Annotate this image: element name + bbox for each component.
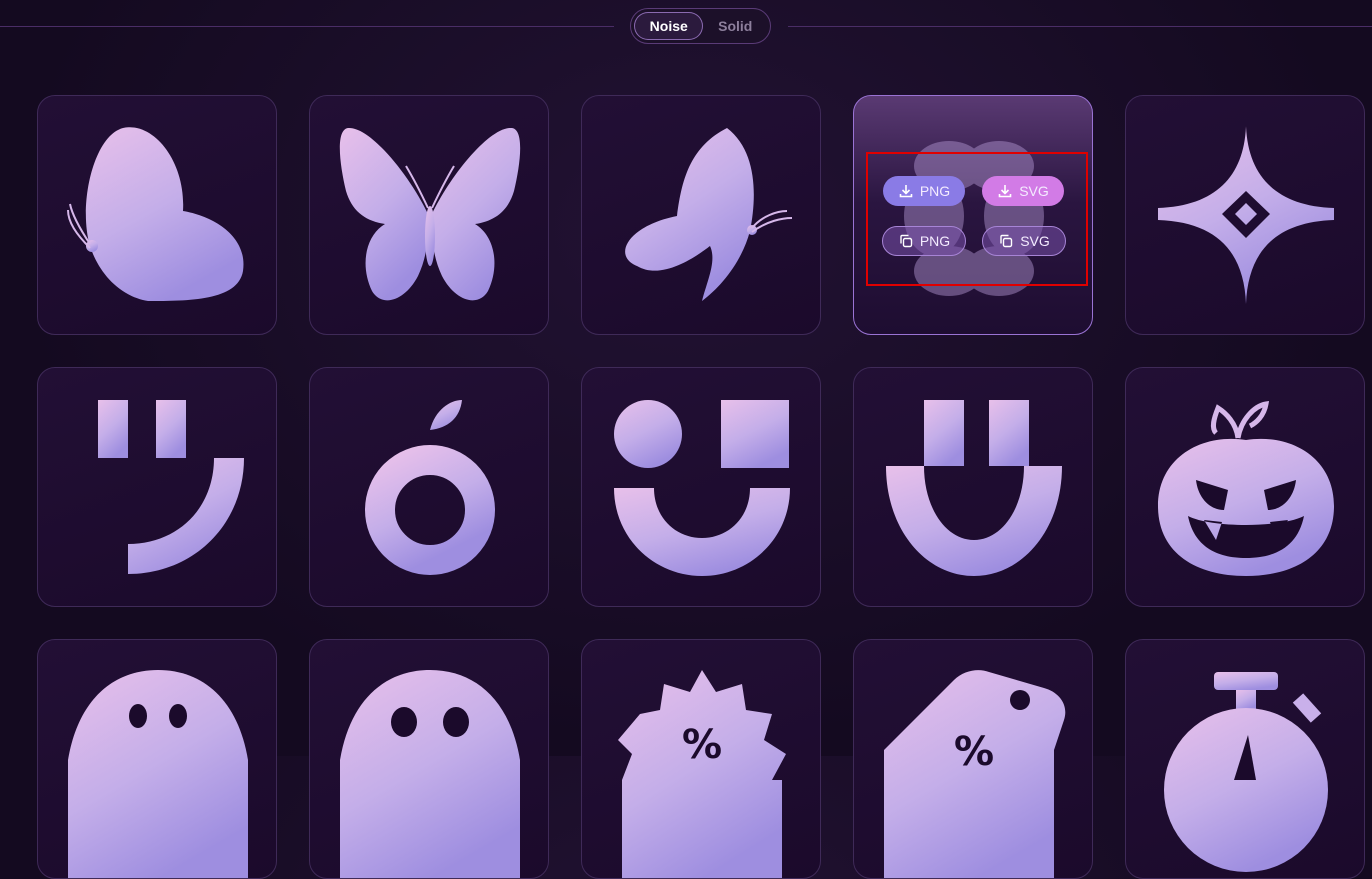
u-smile-icon [886,400,1062,576]
divider-right [788,26,1372,27]
circle-square-smile-icon [614,400,790,576]
icon-card-apple-ring[interactable] [309,367,549,607]
icon-card-butterfly-side-left[interactable] [37,95,277,335]
wink-face-icon [98,400,244,574]
apple-ring-icon [365,400,495,575]
icon-card-butterfly-side-right[interactable] [581,95,821,335]
butterfly-front-icon [339,127,521,301]
icon-card-discount-badge[interactable]: % [581,639,821,879]
icon-card-ghost-skull[interactable] [309,639,549,879]
icon-card-price-tag[interactable]: % [853,639,1093,879]
toggle-solid[interactable]: Solid [703,12,767,40]
svg-text:%: % [954,729,994,775]
icon-card-sparkle-star[interactable] [1125,95,1365,335]
divider-left [0,26,614,27]
butterfly-side-right-icon [625,128,793,301]
icon-card-circle-square-smile[interactable] [581,367,821,607]
ghost-icon [68,670,248,878]
icon-card-jack-o-lantern[interactable] [1125,367,1365,607]
style-toggle: Noise Solid [630,8,771,44]
price-tag-icon: % [884,670,1066,878]
icon-card-u-smile[interactable] [853,367,1093,607]
icon-card-butterfly-front[interactable] [309,95,549,335]
top-bar: Noise Solid [0,0,1372,56]
discount-badge-icon: % [618,670,786,878]
sparkle-star-icon [1158,126,1334,304]
ghost-skull-icon [340,670,520,878]
toggle-noise[interactable]: Noise [634,12,704,40]
svg-text:%: % [682,722,722,768]
icon-card-wink-face[interactable] [37,367,277,607]
butterfly-side-left-icon [67,127,244,301]
jack-o-lantern-icon [1158,400,1334,576]
stopwatch-icon [1164,672,1328,872]
icon-card-stopwatch[interactable] [1125,639,1365,879]
hover-actions-highlight [866,152,1088,286]
icon-card-ghost[interactable] [37,639,277,879]
